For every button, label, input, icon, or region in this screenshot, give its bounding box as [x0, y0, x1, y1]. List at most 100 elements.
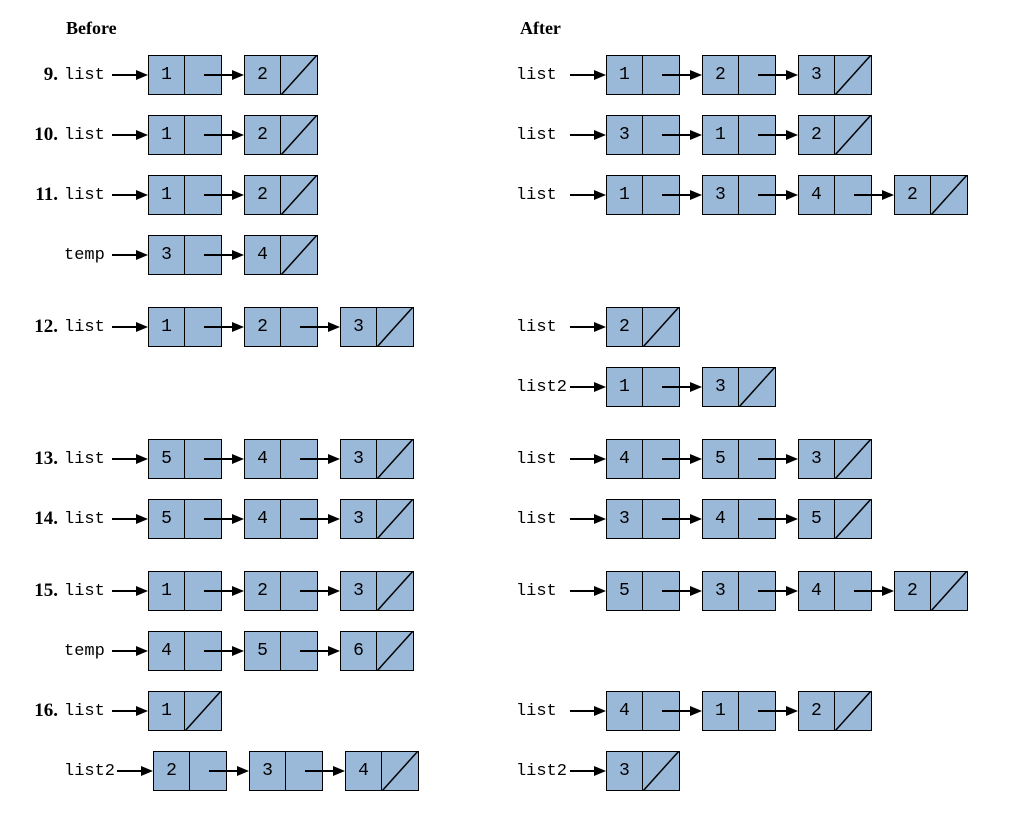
diagram-row: list 3 4 5	[516, 489, 1012, 549]
node-value: 2	[703, 56, 739, 94]
linked-list-node: 1	[606, 55, 680, 95]
before-body: 9.list 1 2 10.list 1 2 11.list 1 2 temp …	[10, 45, 516, 801]
node-value: 5	[149, 440, 185, 478]
node-next-null	[835, 692, 871, 730]
linked-list-node: 4	[244, 235, 318, 275]
list-variable-label: list2	[516, 762, 570, 781]
node-next-null	[382, 752, 418, 790]
node-value: 2	[245, 572, 281, 610]
linked-list-node: 2	[244, 115, 318, 155]
list-variable-label: list	[64, 450, 112, 469]
list-variable-label: temp	[64, 246, 112, 265]
node-value: 2	[245, 308, 281, 346]
list-variable-label: list	[516, 582, 570, 601]
arrow-icon	[112, 307, 148, 347]
node-next-pointer	[185, 440, 221, 478]
node-next-pointer	[281, 500, 317, 538]
linked-list-node: 1	[148, 55, 222, 95]
arrow-icon	[570, 367, 606, 407]
linked-list-node: 6	[340, 631, 414, 671]
arrow-icon	[112, 115, 148, 155]
linked-list-node: 3	[798, 55, 872, 95]
arrow-icon	[570, 175, 606, 215]
spacer	[516, 285, 1012, 297]
node-next-null	[835, 500, 871, 538]
diagram-row: 9.list 1 2	[10, 45, 516, 105]
node-next-pointer	[281, 632, 317, 670]
node-value: 2	[607, 308, 643, 346]
linked-list-node: 4	[606, 439, 680, 479]
arrow-icon	[570, 571, 606, 611]
diagram-row: 15.list 1 2 3	[10, 561, 516, 621]
node-value: 5	[703, 440, 739, 478]
diagram-row: 12.list 1 2 3	[10, 297, 516, 357]
linked-list-node: 1	[148, 571, 222, 611]
spacer	[10, 285, 516, 297]
diagram-row: 14.list 5 4 3	[10, 489, 516, 549]
list-variable-label: list	[516, 126, 570, 145]
node-value: 4	[346, 752, 382, 790]
node-next-pointer	[185, 116, 221, 154]
linked-list-node: 2	[702, 55, 776, 95]
node-value: 2	[799, 692, 835, 730]
linked-list-node: 3	[702, 571, 776, 611]
list-variable-label: list	[64, 186, 112, 205]
linked-list-node: 5	[798, 499, 872, 539]
node-next-pointer	[739, 572, 775, 610]
list-variable-label: list	[64, 702, 112, 721]
arrow-icon	[570, 55, 606, 95]
node-next-pointer	[185, 56, 221, 94]
linked-list-node: 1	[148, 691, 222, 731]
node-value: 3	[799, 440, 835, 478]
linked-list-node: 2	[244, 571, 318, 611]
node-next-null	[643, 752, 679, 790]
node-value: 2	[245, 56, 281, 94]
node-value: 1	[149, 308, 185, 346]
node-value: 3	[607, 116, 643, 154]
linked-list-node: 1	[606, 175, 680, 215]
problem-number: 16.	[10, 700, 64, 722]
linked-list-node: 4	[606, 691, 680, 731]
node-next-pointer	[185, 500, 221, 538]
node-value: 4	[607, 692, 643, 730]
node-value: 1	[149, 116, 185, 154]
node-next-pointer	[643, 440, 679, 478]
problem-number: 12.	[10, 316, 64, 338]
node-next-pointer	[190, 752, 226, 790]
node-value: 1	[703, 692, 739, 730]
linked-list-node: 4	[702, 499, 776, 539]
node-value: 3	[341, 308, 377, 346]
node-next-null	[931, 176, 967, 214]
arrow-icon	[112, 55, 148, 95]
linked-list-node: 3	[249, 751, 323, 791]
node-next-pointer	[835, 176, 871, 214]
list-variable-label: list	[64, 582, 112, 601]
linked-list-node: 2	[153, 751, 227, 791]
linked-list-node: 4	[798, 175, 872, 215]
arrow-icon	[570, 499, 606, 539]
linked-list-node: 5	[148, 439, 222, 479]
node-value: 3	[341, 440, 377, 478]
node-next-null	[185, 692, 221, 730]
list-variable-label: list2	[516, 378, 570, 397]
arrow-icon	[112, 631, 148, 671]
linked-list-node: 3	[702, 367, 776, 407]
linked-list-node: 5	[606, 571, 680, 611]
node-value: 4	[149, 632, 185, 670]
arrow-icon	[117, 751, 153, 791]
node-next-pointer	[739, 116, 775, 154]
node-value: 4	[799, 572, 835, 610]
list-variable-label: list	[516, 510, 570, 529]
node-next-pointer	[185, 236, 221, 274]
node-next-pointer	[281, 308, 317, 346]
diagram-row: list2 1 3	[516, 357, 1012, 417]
node-next-pointer	[643, 500, 679, 538]
node-value: 1	[149, 56, 185, 94]
node-next-pointer	[281, 440, 317, 478]
linked-list-node: 4	[244, 499, 318, 539]
node-next-null	[377, 572, 413, 610]
diagram-row: list 4 5 3	[516, 429, 1012, 489]
node-next-pointer	[739, 500, 775, 538]
diagram-row: 10.list 1 2	[10, 105, 516, 165]
node-value: 4	[245, 500, 281, 538]
